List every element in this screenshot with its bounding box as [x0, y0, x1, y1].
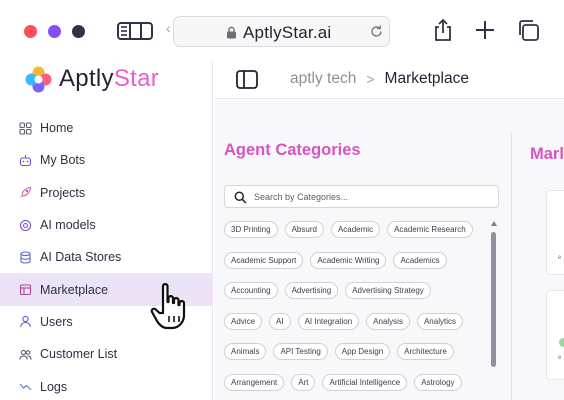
column-divider — [511, 132, 512, 400]
aptlystar-logo-icon — [25, 66, 52, 92]
brand-name-part1: Aptly — [59, 65, 114, 92]
sidebar-item-label: AI Data Stores — [40, 250, 122, 265]
category-tag[interactable]: Analytics — [416, 312, 463, 330]
scrollbar-thumb[interactable] — [491, 232, 496, 367]
category-tag-row: Arrangement Art Artificial Intelligence Ast… — [224, 373, 492, 400]
user-icon — [20, 316, 31, 328]
category-tag[interactable]: Advice — [224, 312, 263, 330]
sidebar-item-label: Users — [40, 314, 73, 329]
category-tag[interactable]: Arrangement — [224, 373, 285, 391]
rocket-icon — [20, 187, 32, 199]
agent-card-snippet: e — [558, 255, 562, 261]
category-tag-list: 3D Printing Absurd Academic Academic Resear… — [224, 221, 492, 400]
category-tag[interactable]: Academic Support — [224, 251, 304, 269]
brand-logo-link[interactable]: AptlyStar — [24, 64, 159, 94]
brand-name-part2: Star — [113, 65, 160, 92]
browser-sidebar-toggle-icon[interactable] — [117, 20, 153, 42]
collapse-sidebar-icon[interactable] — [236, 70, 258, 89]
main-content: Agent Categories 3D Printing Absurd Academ… — [214, 100, 564, 400]
url-text: AptlyStar.ai — [243, 23, 332, 42]
sidebar-item-label: Customer List — [40, 347, 118, 362]
users-icon — [19, 349, 32, 360]
sidebar-item-label: Marketplace — [40, 282, 109, 297]
sidebar-item-projects[interactable]: Projects — [0, 177, 213, 209]
category-tag[interactable]: Absurd — [284, 221, 324, 238]
logs-icon — [19, 383, 32, 391]
tab-overview-icon[interactable] — [517, 19, 540, 42]
sidebar-item-label: Logs — [40, 379, 68, 394]
agent-categories-title: Agent Categories — [224, 141, 361, 159]
agent-card-list: e e — [532, 177, 564, 400]
app-sidebar: AptlyStar Home My Bots Projects AI model… — [0, 62, 213, 400]
lock-icon — [227, 26, 236, 39]
breadcrumb-current: Marketplace — [384, 70, 469, 87]
agent-card[interactable]: e — [546, 290, 564, 380]
sidebar-item-logs[interactable]: Logs — [0, 370, 213, 400]
hand-pointer-cursor-icon — [150, 283, 186, 330]
page-header: aptly tech > Marketplace — [214, 62, 564, 99]
sidebar-item-label: Projects — [40, 185, 86, 200]
category-tag[interactable]: Academic Writing — [310, 251, 387, 269]
back-chevron-icon[interactable]: ‹ — [166, 20, 171, 36]
sidebar-item-customer-list[interactable]: Customer List — [0, 338, 213, 370]
search-icon — [234, 191, 247, 204]
sidebar-item-ai-data-stores[interactable]: AI Data Stores — [0, 241, 213, 273]
minimize-window-button[interactable] — [48, 25, 61, 38]
maximize-window-button[interactable] — [72, 25, 85, 38]
category-tag[interactable]: Astrology — [414, 373, 462, 391]
category-tag[interactable]: Advertising — [284, 282, 339, 300]
agent-card-snippet: e — [558, 355, 562, 361]
sidebar-item-label: Home — [40, 121, 74, 136]
reload-icon[interactable] — [369, 24, 384, 39]
sidebar-item-label: AI models — [40, 218, 96, 233]
category-tag[interactable]: Animals — [224, 343, 267, 361]
breadcrumb: aptly tech > Marketplace — [290, 70, 469, 88]
category-tag[interactable]: AI Integration — [297, 312, 360, 330]
marketplace-title: Marl — [530, 145, 564, 163]
new-tab-plus-icon[interactable] — [475, 20, 495, 40]
breadcrumb-root[interactable]: aptly tech — [290, 70, 356, 88]
category-tag[interactable]: Analysis — [366, 312, 410, 330]
browser-toolbar: ‹ AptlyStar.ai — [0, 0, 564, 62]
sidebar-item-ai-models[interactable]: AI models — [0, 209, 213, 241]
sidebar-item-label: My Bots — [40, 153, 86, 168]
bot-icon — [19, 154, 32, 166]
category-scrollbar[interactable] — [490, 221, 498, 400]
category-tag-row: 3D Printing Absurd Academic Academic Resear… — [224, 221, 492, 252]
category-tag[interactable]: Advertising Strategy — [345, 282, 431, 300]
category-search-input[interactable] — [254, 189, 489, 205]
category-tag[interactable]: Academic Research — [387, 221, 473, 238]
scroll-up-arrow-icon[interactable] — [491, 221, 497, 226]
grid-icon — [19, 122, 32, 135]
category-tag[interactable]: AI — [269, 312, 291, 330]
breadcrumb-separator: > — [366, 71, 375, 87]
category-tag[interactable]: Academics — [393, 251, 447, 269]
category-tag-row: Advice AI AI Integration Analysis Analytics — [224, 312, 492, 344]
agent-categories-panel: Agent Categories 3D Printing Absurd Academ… — [214, 100, 510, 400]
brand-name: AptlyStar — [59, 65, 159, 93]
category-tag[interactable]: Academic — [330, 221, 381, 238]
sidebar-nav: Home My Bots Projects AI models AI Data … — [0, 112, 213, 400]
sidebar-item-my-bots[interactable]: My Bots — [0, 144, 213, 176]
database-icon — [20, 251, 31, 264]
share-icon[interactable] — [433, 18, 453, 42]
category-tag[interactable]: App Design — [334, 343, 391, 361]
category-tag[interactable]: Art — [291, 373, 316, 391]
category-tag[interactable]: API Testing — [273, 343, 328, 361]
agent-card[interactable]: e — [546, 190, 564, 275]
close-window-button[interactable] — [24, 25, 37, 38]
category-tag-row: Animals API Testing App Design Architecture — [224, 343, 492, 374]
agent-avatar — [559, 338, 564, 347]
category-tag-row: Academic Support Academic Writing Academic… — [224, 251, 492, 283]
category-tag[interactable]: Accounting — [224, 282, 278, 300]
category-tag[interactable]: Architecture — [397, 343, 454, 361]
category-search-box[interactable] — [224, 185, 499, 208]
marketplace-icon — [19, 284, 32, 296]
model-icon — [19, 219, 32, 231]
category-tag[interactable]: Artificial Intelligence — [322, 373, 408, 391]
sidebar-item-home[interactable]: Home — [0, 112, 213, 144]
category-tag-row: Accounting Advertising Advertising Strateg… — [224, 282, 492, 313]
category-tag[interactable]: 3D Printing — [224, 221, 278, 238]
address-bar[interactable]: AptlyStar.ai — [173, 16, 390, 47]
